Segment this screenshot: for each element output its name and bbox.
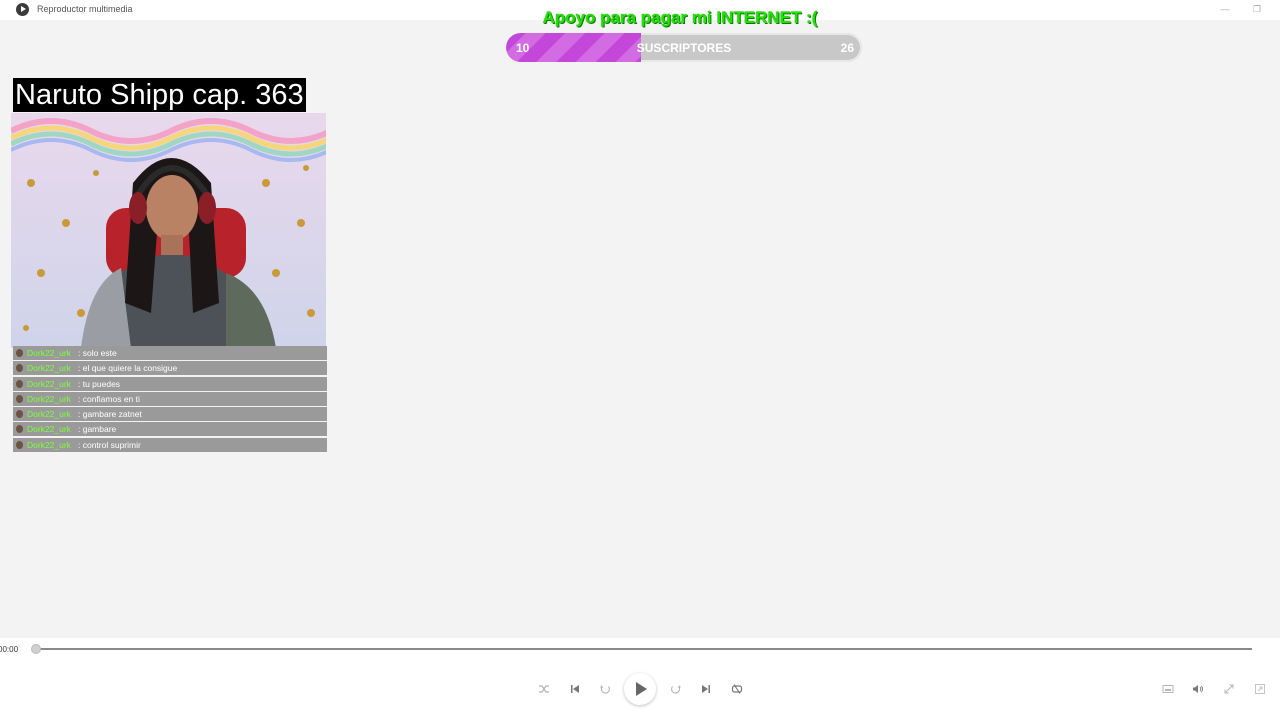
window-title: Reproductor multimedia xyxy=(37,4,133,14)
shuffle-icon xyxy=(539,685,549,693)
chat-message: Dork22_urk : solo este xyxy=(13,346,327,360)
chat-text: : gambare xyxy=(78,424,117,435)
miniplayer-icon xyxy=(1162,685,1174,693)
chat-text: : control suprimir xyxy=(78,439,141,450)
minimize-button[interactable]: — xyxy=(1219,4,1231,14)
webcam-video xyxy=(11,113,326,348)
restore-button[interactable]: ❐ xyxy=(1251,4,1263,15)
chat-username: Dork22_urk xyxy=(27,424,71,435)
forward-30-button[interactable] xyxy=(667,680,685,698)
chat-message: Dork22_urk : el que quiere la consigue xyxy=(13,361,327,376)
chat-text: : tu puedes xyxy=(78,378,121,389)
seek-bar[interactable] xyxy=(33,648,1252,650)
goal-current-value: 10 xyxy=(516,41,530,55)
fullscreen-icon xyxy=(1224,684,1234,694)
chat-username: Dork22_urk xyxy=(27,409,71,420)
repeat-icon xyxy=(731,684,743,694)
shuffle-button[interactable] xyxy=(535,680,553,698)
chat-message: Dork22_urk : gambare xyxy=(13,422,327,437)
rewind-10-icon xyxy=(600,685,610,694)
next-button[interactable] xyxy=(697,680,715,698)
stream-title: Naruto Shipp cap. 363 xyxy=(13,78,306,112)
chat-avatar xyxy=(16,410,23,419)
goal-title: Apoyo para pagar mi INTERNET :( xyxy=(542,8,818,27)
chat-text: : solo este xyxy=(78,348,117,358)
chat-username: Dork22_urk xyxy=(27,348,71,358)
chat-username: Dork22_urk xyxy=(27,363,71,374)
play-button[interactable] xyxy=(624,673,656,705)
elapsed-time: 00:00 xyxy=(0,645,19,654)
chat-username: Dork22_urk xyxy=(27,378,71,389)
volume-button[interactable] xyxy=(1189,680,1207,698)
volume-icon xyxy=(1193,685,1203,693)
previous-button[interactable] xyxy=(566,680,584,698)
chat-message: Dork22_urk : gambare zatnet xyxy=(13,407,327,422)
chat-message: Dork22_urk : tu puedes xyxy=(13,376,327,391)
overlay-icon xyxy=(1255,684,1265,694)
chat-username: Dork22_urk xyxy=(27,393,71,404)
rewind-10-button[interactable] xyxy=(596,680,614,698)
chat-avatar xyxy=(16,394,23,403)
chat-text: : confiamos en ti xyxy=(78,393,140,404)
chat-avatar xyxy=(16,349,23,357)
overlay-button[interactable] xyxy=(1251,680,1269,698)
chat-message: Dork22_urk : control suprimir xyxy=(13,437,327,452)
chat-username: Dork22_urk xyxy=(27,439,71,450)
chat-avatar xyxy=(16,379,23,388)
seek-thumb[interactable] xyxy=(31,644,41,654)
chat-avatar xyxy=(16,364,23,373)
forward-30-icon xyxy=(671,685,681,694)
goal-progress-bar: SUSCRIPTORES 10 26 xyxy=(506,33,862,62)
app-icon xyxy=(16,3,29,16)
fullscreen-button[interactable] xyxy=(1220,680,1238,698)
previous-icon xyxy=(571,685,579,693)
goal-label: SUSCRIPTORES xyxy=(636,41,732,55)
chat-avatar xyxy=(16,440,23,449)
chat-message: Dork22_urk : confiamos en ti xyxy=(13,391,327,406)
chat-text: : el que quiere la consigue xyxy=(78,363,178,374)
chat-text: : gambare zatnet xyxy=(78,409,142,420)
miniplayer-button[interactable] xyxy=(1159,680,1177,698)
goal-target-value: 26 xyxy=(840,41,854,55)
next-icon xyxy=(702,685,710,693)
repeat-button[interactable] xyxy=(728,680,746,698)
chat-avatar xyxy=(16,425,23,434)
chat-list: Dork22_urk : solo este Dork22_urk : el que … xyxy=(13,346,327,453)
